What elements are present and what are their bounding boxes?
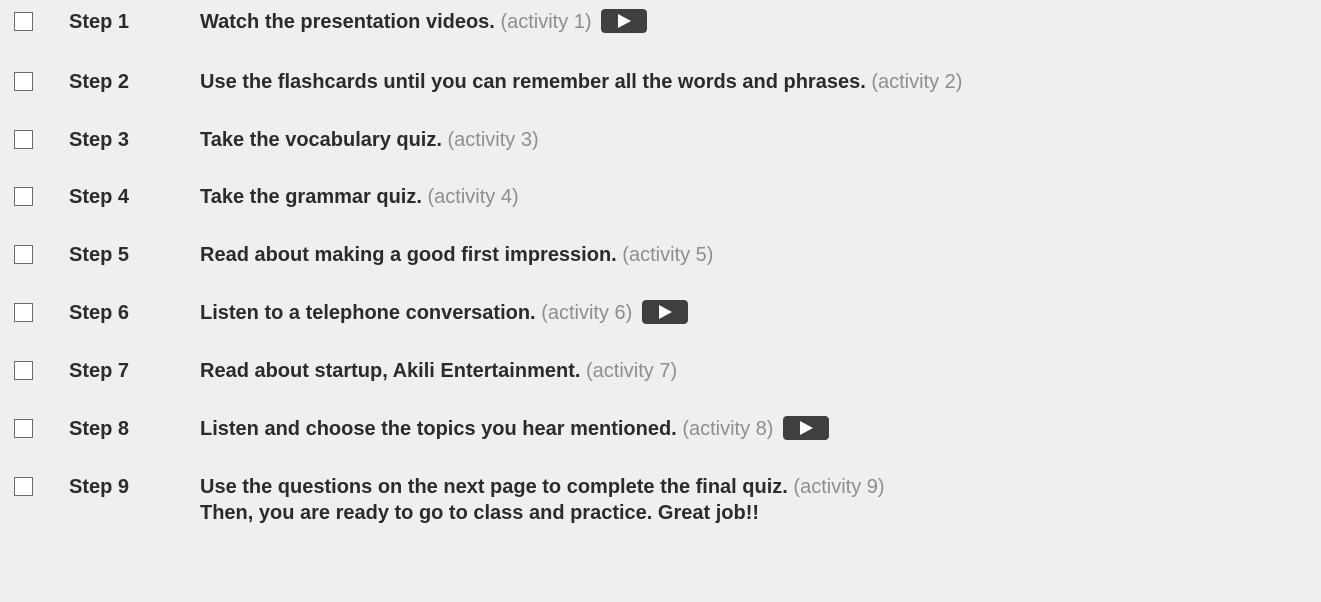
step-row-8: Step 8 Listen and choose the topics you … bbox=[0, 409, 1321, 449]
step-row-1: Step 1 Watch the presentation videos. (a… bbox=[0, 2, 1321, 42]
step-label: Step 3 bbox=[69, 129, 130, 151]
activity-link[interactable]: (activity 2) bbox=[871, 71, 962, 93]
play-triangle bbox=[800, 420, 813, 435]
step-instruction: Watch the presentation videos. bbox=[200, 11, 495, 33]
step-body: Listen and choose the topics you hear me… bbox=[200, 409, 829, 449]
step-body: Read about making a good first impressio… bbox=[200, 235, 713, 275]
step-label: Step 2 bbox=[69, 71, 130, 93]
play-triangle bbox=[618, 13, 632, 28]
step-instruction: Take the vocabulary quiz. bbox=[200, 129, 442, 151]
checkbox-icon[interactable] bbox=[14, 130, 33, 149]
step-label: Step 5 bbox=[69, 244, 130, 266]
step-instruction: Listen and choose the topics you hear me… bbox=[200, 418, 677, 440]
step-label: Step 7 bbox=[69, 360, 130, 382]
checkbox-icon[interactable] bbox=[14, 303, 33, 322]
step-body: Take the grammar quiz. (activity 4) bbox=[200, 177, 519, 217]
activity-link[interactable]: (activity 4) bbox=[427, 186, 518, 208]
step-instruction: Take the grammar quiz. bbox=[200, 186, 422, 208]
step-continuation: Then, you are ready to go to class and p… bbox=[200, 502, 760, 524]
step-body: Watch the presentation videos. (activity… bbox=[200, 2, 648, 42]
step-body: Use the questions on the next page to co… bbox=[200, 467, 885, 526]
activity-link[interactable]: (activity 3) bbox=[448, 129, 539, 151]
step-row-9: Step 9 Use the questions on the next pag… bbox=[0, 467, 1321, 524]
checkbox-icon[interactable] bbox=[14, 245, 33, 264]
activity-link[interactable]: (activity 1) bbox=[500, 11, 591, 33]
step-instruction: Read about startup, Akili Entertainment. bbox=[200, 360, 581, 382]
play-triangle bbox=[658, 304, 672, 319]
activity-link[interactable]: (activity 5) bbox=[622, 244, 713, 266]
step-row-3: Step 3 Take the vocabulary quiz. (activi… bbox=[0, 120, 1321, 160]
activity-link[interactable]: (activity 6) bbox=[541, 302, 632, 324]
step-row-5: Step 5 Read about making a good first im… bbox=[0, 235, 1321, 275]
step-body: Use the flashcards until you can remembe… bbox=[200, 62, 962, 102]
step-instruction: Use the questions on the next page to co… bbox=[200, 476, 788, 498]
step-instruction: Use the flashcards until you can remembe… bbox=[200, 71, 866, 93]
checkbox-icon[interactable] bbox=[14, 419, 33, 438]
play-video-icon[interactable] bbox=[783, 415, 829, 440]
step-row-6: Step 6 Listen to a telephone conversatio… bbox=[0, 293, 1321, 333]
step-label: Step 8 bbox=[69, 418, 130, 440]
step-label: Step 1 bbox=[69, 11, 130, 33]
checkbox-icon[interactable] bbox=[14, 187, 33, 206]
activity-link[interactable]: (activity 7) bbox=[586, 360, 677, 382]
step-body: Take the vocabulary quiz. (activity 3) bbox=[200, 120, 539, 160]
step-instruction: Listen to a telephone conversation. bbox=[200, 302, 536, 324]
step-row-2: Step 2 Use the flashcards until you can … bbox=[0, 62, 1321, 102]
checkbox-icon[interactable] bbox=[14, 477, 33, 496]
play-video-icon[interactable] bbox=[641, 299, 688, 324]
play-video-icon[interactable] bbox=[601, 8, 648, 33]
step-label: Step 6 bbox=[69, 302, 130, 324]
step-label: Step 4 bbox=[69, 186, 130, 208]
step-row-7: Step 7 Read about startup, Akili Enterta… bbox=[0, 351, 1321, 391]
step-body: Listen to a telephone conversation. (act… bbox=[200, 293, 688, 333]
activity-link[interactable]: (activity 8) bbox=[682, 418, 773, 440]
step-checklist: Step 1 Watch the presentation videos. (a… bbox=[0, 0, 1321, 602]
checkbox-icon[interactable] bbox=[14, 72, 33, 91]
checkbox-icon[interactable] bbox=[14, 12, 33, 31]
step-body: Read about startup, Akili Entertainment.… bbox=[200, 351, 677, 391]
step-label: Step 9 bbox=[69, 476, 130, 498]
step-row-4: Step 4 Take the grammar quiz. (activity … bbox=[0, 177, 1321, 217]
step-instruction: Read about making a good first impressio… bbox=[200, 244, 617, 266]
checkbox-icon[interactable] bbox=[14, 361, 33, 380]
activity-link[interactable]: (activity 9) bbox=[793, 476, 884, 498]
